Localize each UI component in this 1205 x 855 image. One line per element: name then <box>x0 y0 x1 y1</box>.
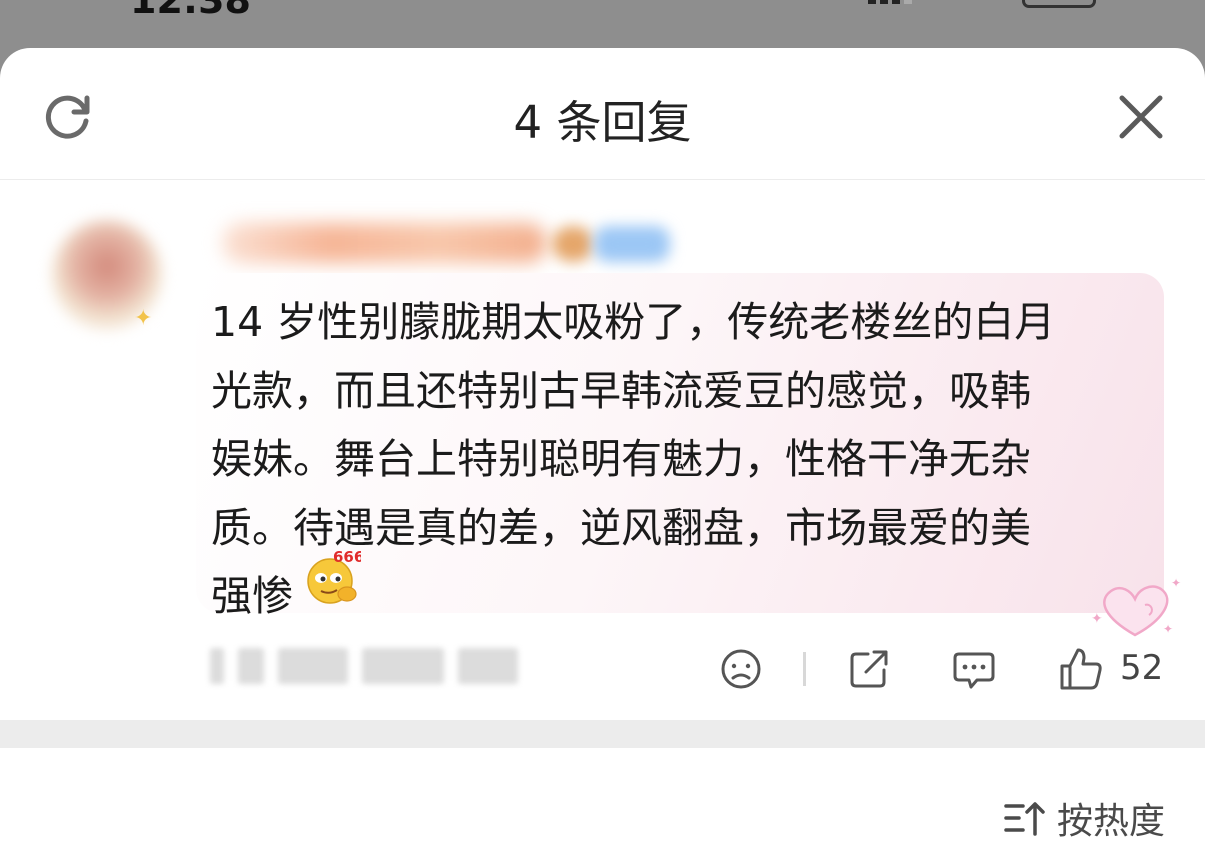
svg-text:✦: ✦ <box>1163 622 1173 636</box>
battery-icon <box>1022 0 1096 8</box>
user-badge-icon <box>552 226 594 262</box>
status-bar: 12:38 <box>0 0 1205 48</box>
close-icon[interactable] <box>1112 88 1170 146</box>
comment-line: 娱妹。舞台上特别聪明有魅力，性格干净无杂 <box>211 435 1031 483</box>
sad-face-icon[interactable] <box>718 646 764 692</box>
replies-sheet: 4 条回复 ✦ 14 岁性别朦胧期太吸粉了，传统老楼丝的白月 光款，而且还特别古… <box>0 48 1205 855</box>
username-blurred[interactable] <box>222 223 547 263</box>
comment-meta-blurred <box>210 648 555 690</box>
user-level-badge <box>594 226 670 262</box>
heart-sticker-icon: ✦ ✦ ✦ <box>1091 576 1181 637</box>
comment-line: 质。待遇是真的差，逆风翻盘，市场最爱的美 <box>211 503 1031 552</box>
section-divider <box>0 720 1205 748</box>
status-time: 12:38 <box>130 0 251 22</box>
thumbs-up-icon[interactable] <box>1058 646 1104 692</box>
signal-icon <box>868 0 912 4</box>
emoji-666-icon: 666 <box>307 548 361 604</box>
emoji-label: 666 <box>333 548 361 566</box>
sort-label: 按热度 <box>1057 801 1166 842</box>
page-title: 4 条回复 <box>513 96 692 149</box>
comment-line: 光款，而且还特别古早韩流爱豆的感觉，吸韩 <box>211 366 1031 415</box>
svg-text:✦: ✦ <box>1171 576 1181 590</box>
sparkle-icon: ✦ <box>134 306 153 331</box>
comment-line: 强惨 <box>211 572 293 620</box>
like-count: 52 <box>1120 648 1164 688</box>
comment-bubble-icon[interactable] <box>951 646 997 692</box>
share-icon[interactable] <box>846 646 892 692</box>
sort-icon <box>1004 802 1045 836</box>
action-divider <box>803 652 806 686</box>
svg-text:✦: ✦ <box>1091 611 1103 627</box>
comment-line: 14 岁性别朦胧期太吸粉了，传统老楼丝的白月 <box>211 298 1056 346</box>
sheet-header: 4 条回复 <box>0 48 1205 180</box>
